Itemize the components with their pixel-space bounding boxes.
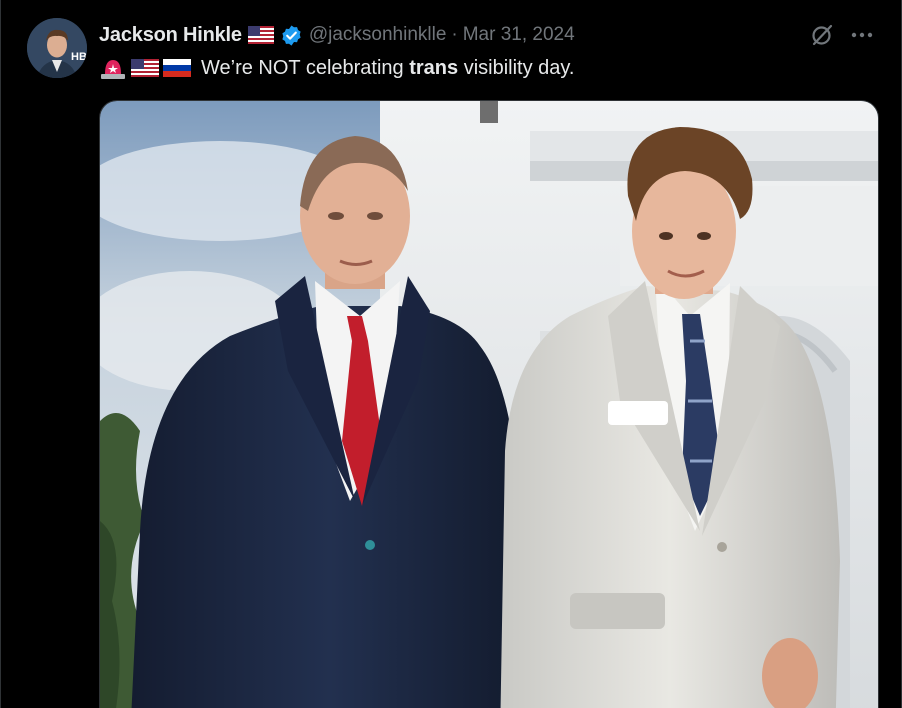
tweet-text: We’re NOT celebrating trans visibility d… <box>99 54 881 82</box>
media-illustration <box>100 101 878 708</box>
us-flag-emoji <box>131 59 159 77</box>
grok-icon[interactable] <box>809 22 835 48</box>
tweet-header: Jackson Hinkle @jacksonhinklle · Mar 31,… <box>99 21 881 49</box>
more-icon[interactable] <box>849 22 875 48</box>
verified-badge-icon[interactable] <box>280 24 303 47</box>
author-display-name[interactable]: Jackson Hinkle <box>99 24 242 47</box>
tweet-text-before: We’re NOT celebrating <box>201 56 410 79</box>
header-separator: · <box>451 24 458 45</box>
siren-emoji <box>101 60 125 79</box>
avatar-logo-text: HB <box>71 51 87 63</box>
tweet-text-content: We’re NOT celebrating trans visibility d… <box>201 57 574 80</box>
tweet-date[interactable]: Mar 31, 2024 <box>463 24 575 46</box>
author-avatar[interactable]: HB <box>27 18 87 78</box>
us-flag-icon <box>247 26 274 44</box>
author-handle[interactable]: @jacksonhinklle <box>309 24 447 46</box>
tweet-text-bold-word: trans <box>409 56 459 79</box>
russia-flag-emoji <box>163 59 191 77</box>
tweet-container: HB Jackson Hinkle @jacksonhinklle · Mar … <box>0 0 902 708</box>
tweet-media-image[interactable] <box>99 100 879 708</box>
avatar-image: HB <box>27 18 87 78</box>
tweet-text-after: visibility day. <box>458 56 575 79</box>
